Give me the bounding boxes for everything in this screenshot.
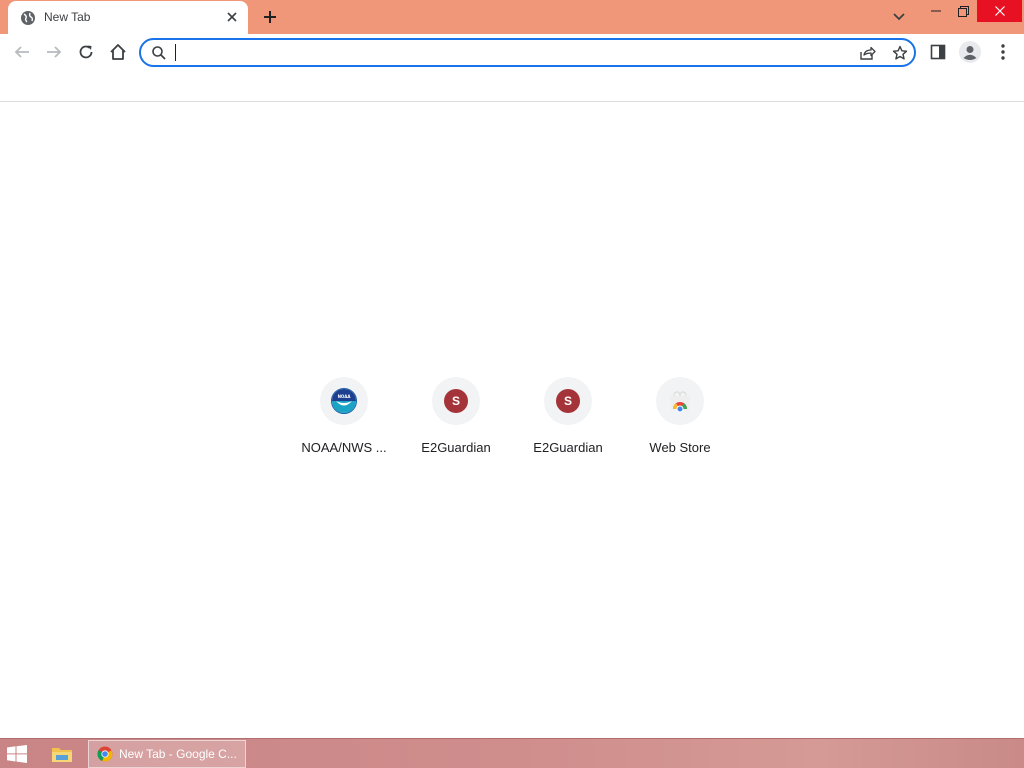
svg-text:NOAA: NOAA <box>338 394 352 399</box>
letter-icon: S <box>556 389 580 413</box>
close-icon <box>227 12 237 22</box>
shortcut-label: Web Store <box>649 440 711 455</box>
tab-search-button[interactable] <box>888 6 910 28</box>
reload-icon <box>79 45 93 59</box>
taskbar-chrome-window[interactable]: New Tab - Google C... <box>88 740 246 768</box>
taskbar-window-label: New Tab - Google C... <box>119 747 237 761</box>
forward-button[interactable] <box>39 37 69 67</box>
close-window-button[interactable] <box>977 0 1022 22</box>
shortcut-icon-container: S <box>432 377 480 425</box>
profile-icon <box>959 41 981 63</box>
web-store-icon <box>670 391 690 413</box>
share-button[interactable] <box>857 43 879 63</box>
taskbar: New Tab - Google C... <box>0 738 1024 768</box>
minimize-icon <box>931 10 941 12</box>
toolbar-spacer <box>0 70 1024 102</box>
shortcut-tile[interactable]: NOAA NOAA/NWS ... <box>288 375 400 465</box>
back-button[interactable] <box>7 37 37 67</box>
chevron-down-icon <box>893 13 905 21</box>
shortcut-tile[interactable]: Web Store <box>624 375 736 465</box>
share-icon <box>860 46 876 60</box>
shortcut-icon-container <box>656 377 704 425</box>
browser-toolbar <box>0 34 1024 70</box>
shortcut-icon-container: NOAA <box>320 377 368 425</box>
address-input[interactable] <box>174 43 854 62</box>
home-icon <box>110 44 126 60</box>
noaa-logo-icon: NOAA <box>331 388 357 414</box>
side-panel-icon <box>930 44 946 60</box>
windows-icon[interactable] <box>6 745 28 763</box>
chrome-icon <box>97 746 113 762</box>
menu-button[interactable] <box>988 37 1018 67</box>
shortcut-tile[interactable]: S E2Guardian <box>512 375 624 465</box>
shortcut-tile[interactable]: S E2Guardian <box>400 375 512 465</box>
address-bar[interactable] <box>139 38 916 67</box>
close-icon <box>994 6 1005 16</box>
tab-new-tab[interactable]: New Tab <box>8 1 248 34</box>
file-explorer-icon[interactable] <box>50 744 74 764</box>
text-caret <box>175 44 176 61</box>
letter-icon: S <box>444 389 468 413</box>
profile-button[interactable] <box>955 37 985 67</box>
home-button[interactable] <box>103 37 133 67</box>
tab-title: New Tab <box>44 10 91 24</box>
minimize-button[interactable] <box>922 0 950 22</box>
star-icon <box>892 45 908 60</box>
arrow-left-icon <box>14 46 29 58</box>
shortcut-icon-container: S <box>544 377 592 425</box>
shortcut-label: E2Guardian <box>421 440 491 455</box>
restore-icon <box>957 5 969 17</box>
new-tab-button[interactable] <box>258 6 282 28</box>
plus-icon <box>264 11 276 23</box>
reload-button[interactable] <box>71 37 101 67</box>
bookmark-star-button[interactable] <box>889 43 911 63</box>
shortcut-label: NOAA/NWS ... <box>301 440 387 455</box>
restore-button[interactable] <box>950 0 976 22</box>
globe-icon <box>21 11 35 25</box>
side-panel-button[interactable] <box>923 37 953 67</box>
arrow-right-icon <box>47 46 62 58</box>
shortcut-label: E2Guardian <box>533 440 603 455</box>
kebab-menu-icon <box>1001 44 1005 60</box>
close-tab-button[interactable] <box>224 9 240 25</box>
search-icon <box>152 46 166 60</box>
tab-strip: New Tab <box>0 0 1024 34</box>
new-tab-page: NOAA NOAA/NWS ... S E2Guardian S E2Guard… <box>0 103 1024 738</box>
